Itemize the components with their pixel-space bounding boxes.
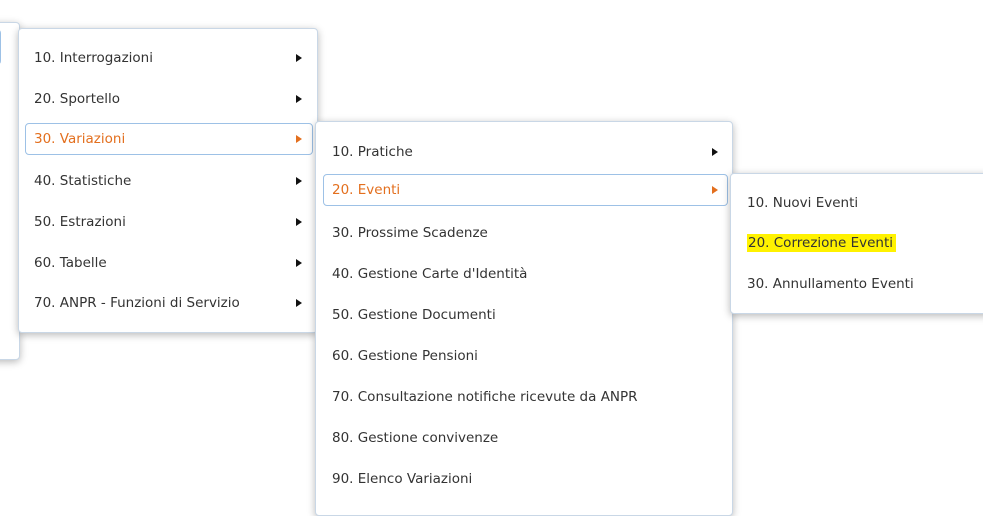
menu-item-pratiche[interactable]: 10. Pratiche (323, 136, 728, 168)
menu-item-correzione-eventi[interactable]: 20. Correzione Eventi (738, 227, 983, 259)
menu-item-label: 90. Elenco Variazioni (332, 471, 473, 487)
submenu-arrow-icon (296, 95, 302, 103)
menu-item-label-wrap: 20. Correzione Eventi (747, 228, 896, 258)
menu-item-statistiche[interactable]: 40. Statistiche (25, 165, 313, 197)
menu-item-eventi[interactable]: 20. Eventi (323, 174, 728, 206)
submenu-arrow-icon (712, 186, 718, 194)
menu-item-label: 30. Annullamento Eventi (747, 276, 914, 292)
menu-item-label: 70. Consultazione notifiche ricevute da … (332, 389, 638, 405)
menu-item-gestione-pensioni[interactable]: 60. Gestione Pensioni (323, 340, 728, 372)
menu-item-nuovi-eventi[interactable]: 10. Nuovi Eventi (738, 187, 983, 219)
menu-item-label: 20. Sportello (34, 91, 121, 107)
menu-item-variazioni[interactable]: 30. Variazioni (25, 123, 313, 155)
menu-item-tabelle[interactable]: 60. Tabelle (25, 247, 313, 279)
main-menu-panel: 10. Interrogazioni 20. Sportello 30. Var… (18, 28, 318, 333)
menu-item-prossime-scadenze[interactable]: 30. Prossime Scadenze (323, 217, 728, 249)
menu-item-annullamento-eventi[interactable]: 30. Annullamento Eventi (738, 268, 983, 300)
menu-item-estrazioni[interactable]: 50. Estrazioni (25, 206, 313, 238)
menu-item-gestione-convivenze[interactable]: 80. Gestione convivenze (323, 422, 728, 454)
eventi-submenu-panel: 10. Nuovi Eventi 20. Correzione Eventi 3… (730, 173, 983, 314)
menu-item-label: 10. Interrogazioni (34, 50, 153, 66)
menu-item-label: 30. Prossime Scadenze (332, 225, 488, 241)
highlighted-menu-item-label: 20. Correzione Eventi (747, 234, 896, 252)
menu-item-sportello[interactable]: 20. Sportello (25, 83, 313, 115)
menu-item-label: 80. Gestione convivenze (332, 430, 499, 446)
menu-item-label: 20. Eventi (332, 182, 401, 198)
menu-item-gestione-documenti[interactable]: 50. Gestione Documenti (323, 299, 728, 331)
menu-item-consultazione-notifiche-anpr[interactable]: 70. Consultazione notifiche ricevute da … (323, 381, 728, 413)
menu-item-gestione-carte-identita[interactable]: 40. Gestione Carte d'Identità (323, 258, 728, 290)
menu-item-label: 10. Nuovi Eventi (747, 195, 859, 211)
submenu-arrow-icon (712, 148, 718, 156)
menu-item-label: 50. Gestione Documenti (332, 307, 496, 323)
menu-item-label: 30. Variazioni (34, 131, 126, 147)
submenu-arrow-icon (296, 259, 302, 267)
submenu-arrow-icon (296, 218, 302, 226)
menu-item-interrogazioni[interactable]: 10. Interrogazioni (25, 42, 313, 74)
menu-item-label: 70. ANPR - Funzioni di Servizio (34, 295, 240, 311)
menu-item-anpr-funzioni-di-servizio[interactable]: 70. ANPR - Funzioni di Servizio (25, 287, 313, 319)
parent-menu-panel (0, 22, 20, 360)
menu-item-label: 60. Gestione Pensioni (332, 348, 478, 364)
menu-item-label: 40. Gestione Carte d'Identità (332, 266, 528, 282)
menu-item-label: 50. Estrazioni (34, 214, 126, 230)
submenu-arrow-icon (296, 135, 302, 143)
submenu-arrow-icon (296, 54, 302, 62)
variazioni-submenu-panel: 10. Pratiche 20. Eventi 30. Prossime Sca… (315, 121, 733, 516)
menu-item-elenco-variazioni[interactable]: 90. Elenco Variazioni (323, 463, 728, 495)
menu-item-label: 60. Tabelle (34, 255, 107, 271)
submenu-arrow-icon (296, 177, 302, 185)
menu-item-label: 10. Pratiche (332, 144, 413, 160)
parent-menu-active-edge (0, 29, 1, 65)
menu-item-label: 40. Statistiche (34, 173, 132, 189)
submenu-arrow-icon (296, 299, 302, 307)
